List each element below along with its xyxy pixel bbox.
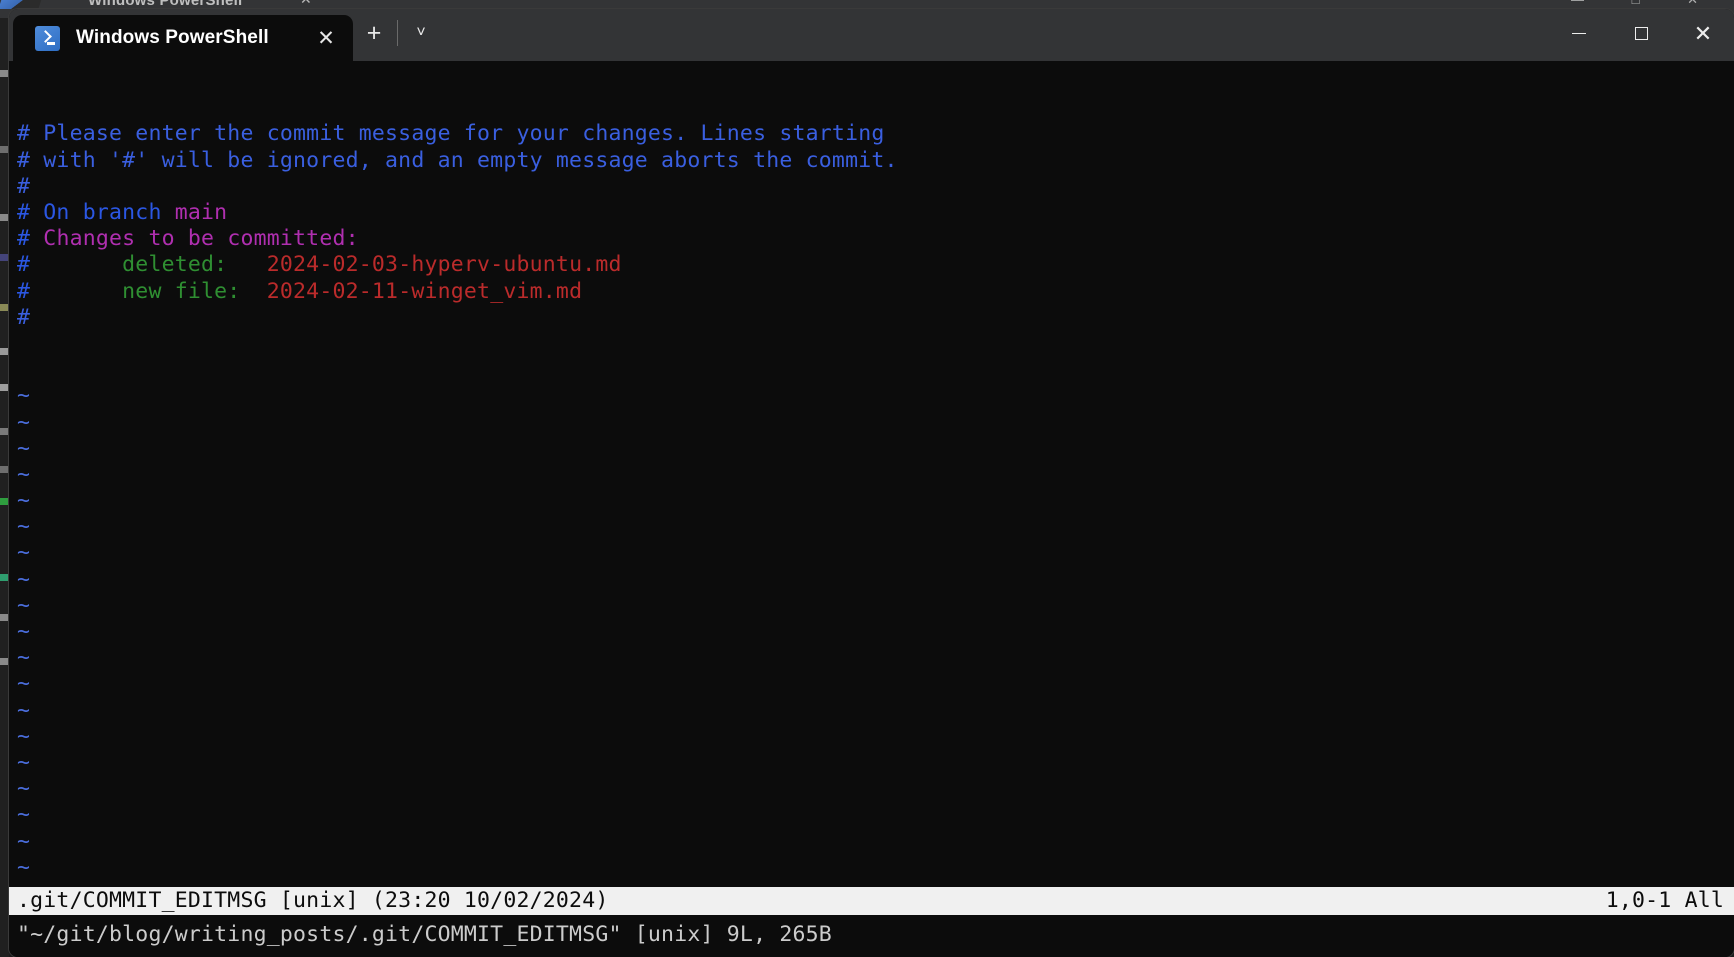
tilde-line: ~ xyxy=(17,409,31,435)
title-bar[interactable]: Windows PowerShell ✕ + ˅ ✕ xyxy=(9,9,1734,61)
chevron-down-icon[interactable]: ˅ xyxy=(400,12,442,54)
tilde-line: ~ xyxy=(17,514,31,540)
maximize-button[interactable] xyxy=(1610,9,1672,58)
background-window-controls[interactable]: — □ ✕ xyxy=(1571,0,1720,6)
background-window-title: Windows PowerShell xyxy=(88,0,243,9)
editor-marker xyxy=(0,348,9,355)
editor-marker xyxy=(0,574,9,581)
buffer-text-segment: # xyxy=(17,278,123,304)
status-file-info: .git/COMMIT_EDITMSG [unix] (23:20 10/02/… xyxy=(17,888,609,913)
buffer-line: # xyxy=(17,174,1734,200)
buffer-text-segment: # xyxy=(17,304,31,330)
editor-marker xyxy=(0,614,9,621)
tab-label: Windows PowerShell xyxy=(76,27,269,48)
maximize-icon xyxy=(1634,27,1648,40)
tilde-line: ~ xyxy=(17,383,31,409)
buffer-text-segment: Changes to be committed: xyxy=(43,226,359,252)
editor-marker xyxy=(0,304,9,311)
editor-marker xyxy=(0,254,9,261)
tilde-line: ~ xyxy=(17,723,31,749)
background-editor-strip xyxy=(0,18,9,957)
buffer-line: # new file: 2024-02-11-winget_vim.md xyxy=(17,279,1734,305)
tilde-line: ~ xyxy=(17,461,31,487)
vim-command-line: "~/git/blog/writing_posts/.git/COMMIT_ED… xyxy=(17,922,832,947)
editor-marker xyxy=(0,146,9,153)
buffer-text-segment: # xyxy=(17,252,123,278)
minimize-icon xyxy=(1572,32,1586,35)
tilde-line: ~ xyxy=(17,671,31,697)
tilde-line: ~ xyxy=(17,645,31,671)
background-window-close-icon[interactable]: ✕ xyxy=(300,0,312,6)
tab-divider xyxy=(397,20,398,46)
tilde-line: ~ xyxy=(17,488,31,514)
buffer-text-segment: 2024-02-03-hyperv-ubuntu.md xyxy=(266,252,622,278)
buffer-line: # with '#' will be ignored, and an empty… xyxy=(17,148,1734,174)
buffer-text-segment: # with '#' will be ignored, and an empty… xyxy=(17,147,898,173)
tilde-line: ~ xyxy=(17,776,31,802)
editor-marker xyxy=(0,428,9,435)
tilde-line: ~ xyxy=(17,854,31,880)
editor-marker xyxy=(0,498,9,505)
tilde-line: ~ xyxy=(17,619,31,644)
tilde-line: ~ xyxy=(17,435,31,461)
tilde-line: ~ xyxy=(17,540,31,566)
buffer-text-segment: # Please enter the commit message for yo… xyxy=(17,121,885,147)
commit-message-lines: # Please enter the commit message for yo… xyxy=(17,121,1734,331)
editor-marker xyxy=(0,658,9,665)
background-window-logo xyxy=(0,0,42,9)
desktop: Windows PowerShell ✕ — □ ✕ Windows Power… xyxy=(0,0,1734,957)
close-icon[interactable]: ✕ xyxy=(309,21,343,55)
powershell-icon xyxy=(35,25,60,51)
buffer-text-segment: # On branch xyxy=(17,199,175,225)
tilde-line: ~ xyxy=(17,566,31,592)
tilde-line: ~ xyxy=(17,802,31,828)
editor-marker xyxy=(0,466,9,473)
buffer-text-segment: # xyxy=(17,226,44,252)
editor-marker xyxy=(0,70,9,77)
tab-windows-powershell[interactable]: Windows PowerShell ✕ xyxy=(13,15,353,61)
buffer-text-segment: new file: xyxy=(122,278,267,304)
tilde-line: ~ xyxy=(17,828,31,854)
buffer-line: # Please enter the commit message for yo… xyxy=(17,121,1734,147)
buffer-line: # Changes to be committed: xyxy=(17,226,1734,252)
window-controls: ✕ xyxy=(1548,9,1734,61)
vim-editor-buffer[interactable]: # Please enter the commit message for yo… xyxy=(9,61,1734,957)
buffer-text-segment: main xyxy=(174,199,228,225)
buffer-line: # xyxy=(17,305,1734,331)
buffer-text-segment: 2024-02-11-winget_vim.md xyxy=(266,278,583,304)
empty-line-markers: ~ ~ ~ ~ ~ ~ ~ ~ ~ ~ ~ ~ ~ ~ ~ ~ ~ ~ ~ xyxy=(17,383,1734,881)
vim-status-line: .git/COMMIT_EDITMSG [unix] (23:20 10/02/… xyxy=(9,887,1734,915)
background-window-titlebar[interactable]: Windows PowerShell ✕ — □ ✕ xyxy=(0,0,1734,9)
tilde-line: ~ xyxy=(17,592,31,618)
buffer-line: # deleted: 2024-02-03-hyperv-ubuntu.md xyxy=(17,252,1734,278)
editor-marker xyxy=(0,214,9,221)
minimize-button[interactable] xyxy=(1548,9,1610,58)
status-cursor-position: 1,0-1 All xyxy=(1605,888,1724,913)
tab-strip: Windows PowerShell ✕ + ˅ xyxy=(9,9,442,61)
new-tab-button[interactable]: + xyxy=(353,12,395,54)
tilde-line: ~ xyxy=(17,749,31,775)
terminal-window: Windows PowerShell ✕ + ˅ ✕ # Please ente… xyxy=(9,9,1734,957)
close-icon: ✕ xyxy=(1693,20,1713,46)
tilde-line: ~ xyxy=(17,697,31,723)
editor-marker xyxy=(0,384,9,391)
buffer-text-segment: # xyxy=(17,173,31,199)
buffer-text-segment: deleted: xyxy=(122,252,267,278)
close-button[interactable]: ✕ xyxy=(1672,9,1734,58)
buffer-line: # On branch main xyxy=(17,200,1734,226)
tab-actions: + ˅ xyxy=(353,9,442,61)
